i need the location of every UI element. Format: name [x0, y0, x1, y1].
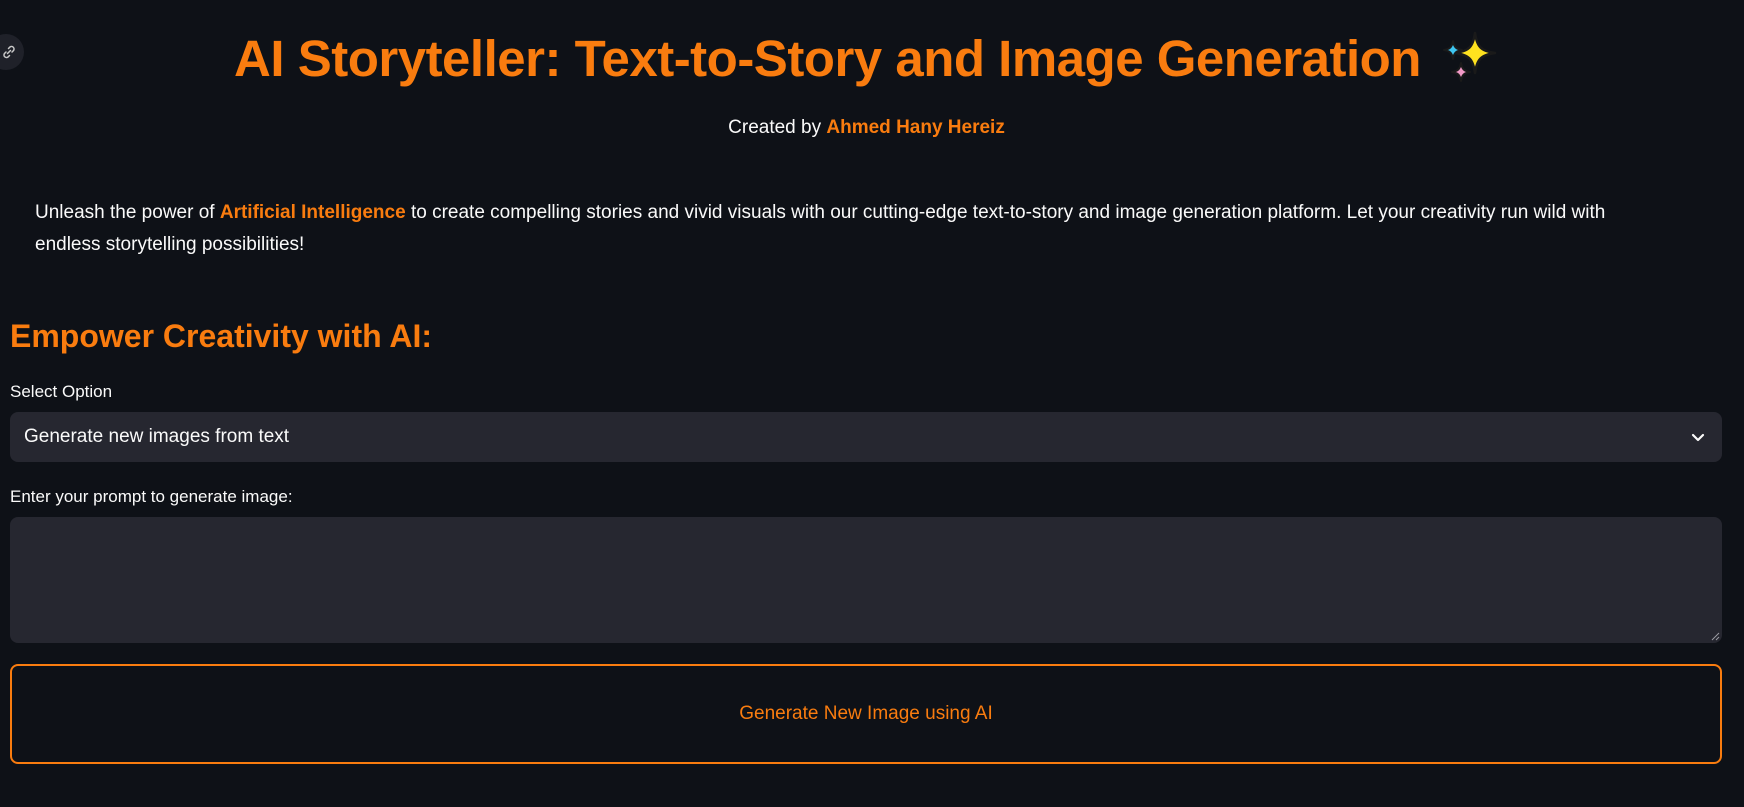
intro-prefix: Unleash the power of — [35, 202, 215, 223]
author-link[interactable]: Ahmed Hany Hereiz — [826, 117, 1004, 138]
generate-image-button[interactable]: Generate New Image using AI — [10, 664, 1722, 764]
intro-paragraph: Unleash the power of Artificial Intellig… — [35, 197, 1675, 261]
intro-highlight: Artificial Intelligence — [219, 202, 406, 223]
sparkles-icon — [1442, 31, 1497, 82]
section-heading: Empower Creativity with AI: — [10, 318, 432, 354]
chevron-down-icon[interactable] — [1688, 427, 1708, 447]
credit-line: Created by Ahmed Hany Hereiz — [0, 116, 1733, 140]
option-select[interactable]: Generate new images from text — [10, 412, 1722, 462]
credit-prefix: Created by — [728, 117, 822, 138]
app-page: AI Storyteller: Text-to-Story and Image … — [0, 0, 1744, 807]
prompt-textarea[interactable] — [10, 517, 1722, 643]
page-title: AI Storyteller: Text-to-Story and Image … — [0, 24, 1733, 94]
option-select-value: Generate new images from text — [24, 426, 290, 447]
resize-handle-icon[interactable] — [1710, 631, 1720, 641]
prompt-label: Enter your prompt to generate image: — [10, 487, 293, 506]
select-label: Select Option — [10, 382, 113, 401]
page-title-text: AI Storyteller: Text-to-Story and Image … — [234, 30, 1421, 87]
